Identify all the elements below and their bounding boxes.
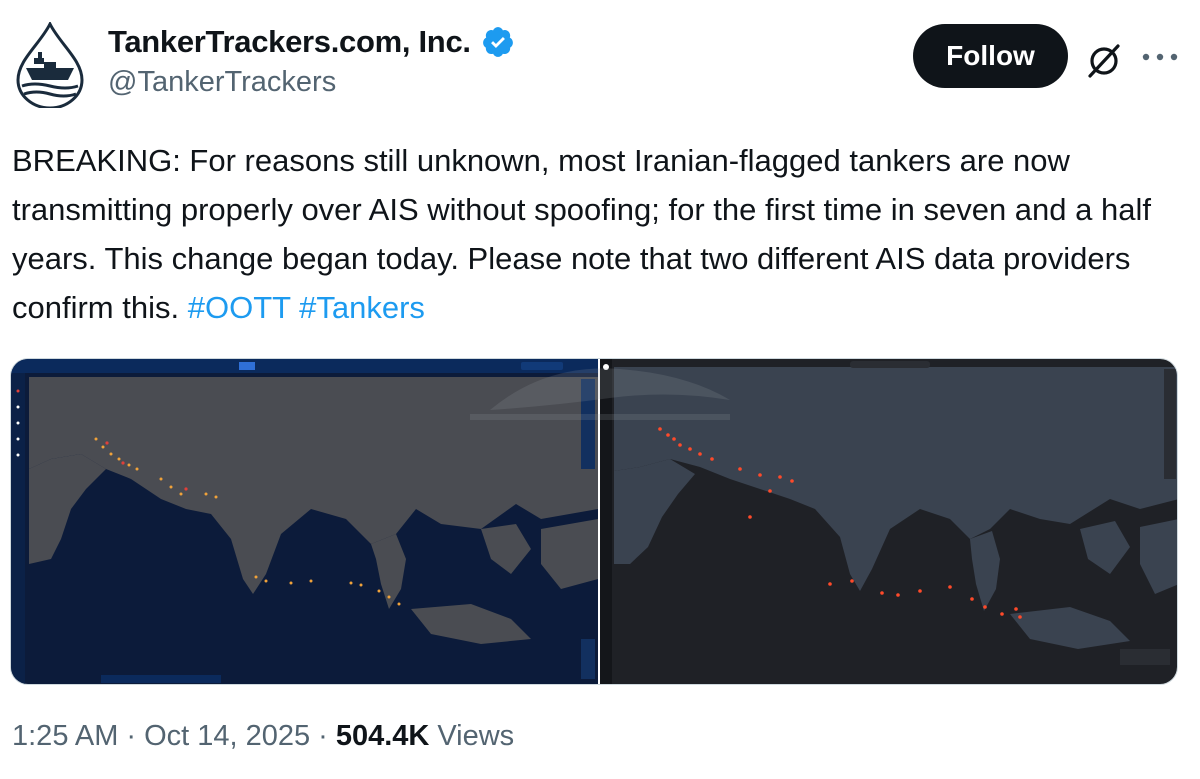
meta-separator-2: · [318,720,328,752]
tweet-meta: 1:25 AM · Oct 14, 2025 · 504.4K Views [12,720,514,753]
tweet-body: BREAKING: For reasons still unknown, mos… [12,143,1151,325]
more-icon[interactable] [1140,47,1180,67]
meta-separator: · [126,720,137,752]
tweet-time[interactable]: 1:25 AM [12,720,118,753]
verified-badge-icon [482,27,513,57]
hashtag-tankers[interactable]: #Tankers [299,290,425,325]
hashtag-oott[interactable]: #OOTT [188,290,291,325]
ais-map-vesselfinder[interactable] [11,359,598,685]
follow-button[interactable]: Follow [913,24,1068,88]
handle[interactable]: @TankerTrackers [108,66,336,99]
tweet-media[interactable] [10,358,1178,685]
name-row: TankerTrackers.com, Inc. [108,24,515,60]
tweet-header: TankerTrackers.com, Inc. @TankerTrackers… [0,0,1200,120]
avatar[interactable] [14,22,86,108]
ais-map-marinetraffic[interactable] [600,359,1178,685]
tweet-text: BREAKING: For reasons still unknown, mos… [12,136,1187,332]
views-count: 504.4K [335,720,430,752]
views-label: Views [437,720,515,752]
grok-icon[interactable] [1084,40,1124,80]
display-name[interactable]: TankerTrackers.com, Inc. [108,24,471,60]
tweet-date[interactable]: Oct 14, 2025 [144,720,310,753]
